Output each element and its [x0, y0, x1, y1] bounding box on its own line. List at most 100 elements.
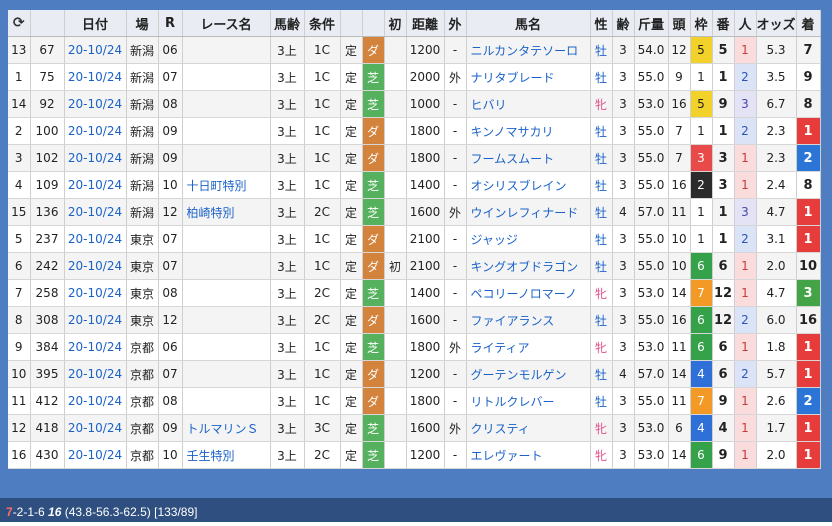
race-date-link[interactable]: 20-10/24	[64, 252, 127, 280]
distance: 2100	[406, 225, 445, 253]
race-date-link[interactable]: 20-10/24	[64, 414, 127, 442]
horse-name-link[interactable]: ファイアランス	[466, 306, 591, 334]
horse-name-link[interactable]: キンノマサカリ	[466, 117, 591, 145]
outer-course: -	[444, 171, 467, 199]
outer-course: -	[444, 252, 467, 280]
weight-rule: 定	[340, 387, 363, 415]
horse-name-link[interactable]: ナリタブレード	[466, 63, 591, 91]
horse-number: 4	[712, 414, 735, 442]
horse-name-link[interactable]: ライティア	[466, 333, 591, 361]
first-start	[384, 36, 407, 64]
race-name-link[interactable]	[182, 306, 271, 334]
venue: 新潟	[126, 144, 159, 172]
horse-name-link[interactable]: ペコリーノロマーノ	[466, 279, 591, 307]
race-name-link[interactable]	[182, 387, 271, 415]
header-first[interactable]: 初	[384, 10, 407, 37]
horse-name-link[interactable]: オシリスブレイン	[466, 171, 591, 199]
header-horse-name[interactable]: 馬名	[466, 10, 591, 37]
carried-weight: 55.0	[634, 306, 669, 334]
header-outer[interactable]: 外	[444, 10, 467, 37]
field-size: 11	[668, 198, 691, 226]
race-no: 12	[158, 198, 183, 226]
header-age[interactable]: 馬齢	[270, 10, 305, 37]
first-start	[384, 414, 407, 442]
header-race-name[interactable]: レース名	[182, 10, 271, 37]
race-name-link[interactable]	[182, 225, 271, 253]
header-ban[interactable]: 番	[712, 10, 735, 37]
race-name-link[interactable]: 柏崎特別	[182, 198, 271, 226]
race-date-link[interactable]: 20-10/24	[64, 225, 127, 253]
header-years[interactable]: 齢	[612, 10, 635, 37]
race-date-link[interactable]: 20-10/24	[64, 360, 127, 388]
race-name-link[interactable]	[182, 144, 271, 172]
horse-name-link[interactable]: エレヴァート	[466, 441, 591, 469]
popularity: 1	[734, 144, 757, 172]
weight-rule: 定	[340, 333, 363, 361]
popularity: 1	[734, 171, 757, 199]
carried-weight: 55.0	[634, 225, 669, 253]
horse-name-link[interactable]: ウインレフィナード	[466, 198, 591, 226]
race-number: 102	[30, 144, 65, 172]
race-name-link[interactable]	[182, 117, 271, 145]
header-distance[interactable]: 距離	[406, 10, 445, 37]
refresh-icon[interactable]: ⟳	[13, 15, 25, 31]
race-name-link[interactable]: トルマリンＳ	[182, 414, 271, 442]
race-date-link[interactable]: 20-10/24	[64, 63, 127, 91]
header-date[interactable]: 日付	[64, 10, 127, 37]
horse-name-link[interactable]: リトルクレバー	[466, 387, 591, 415]
race-date-link[interactable]: 20-10/24	[64, 171, 127, 199]
race-date-link[interactable]: 20-10/24	[64, 441, 127, 469]
horse-number: 1	[712, 225, 735, 253]
race-date-link[interactable]: 20-10/24	[64, 306, 127, 334]
condition: 1C	[304, 252, 341, 280]
race-name-link[interactable]	[182, 252, 271, 280]
popularity: 1	[734, 252, 757, 280]
horse-number: 1	[712, 117, 735, 145]
horse-name-link[interactable]: キングオブドラゴン	[466, 252, 591, 280]
race-name-link[interactable]	[182, 36, 271, 64]
race-date-link[interactable]: 20-10/24	[64, 144, 127, 172]
horse-name-link[interactable]: フームスムート	[466, 144, 591, 172]
waku-number: 4	[690, 414, 713, 442]
outer-course: -	[444, 117, 467, 145]
header-count[interactable]: 頭	[668, 10, 691, 37]
race-date-link[interactable]: 20-10/24	[64, 36, 127, 64]
race-name-link[interactable]	[182, 333, 271, 361]
refresh-button[interactable]: ⟳	[8, 10, 31, 37]
header-condition[interactable]: 条件	[304, 10, 341, 37]
surface: ダ	[362, 387, 385, 415]
header-sex[interactable]: 性	[590, 10, 613, 37]
finish-position: 1	[796, 360, 821, 388]
header-finish[interactable]: 着	[796, 10, 821, 37]
race-date-link[interactable]: 20-10/24	[64, 90, 127, 118]
race-date-link[interactable]: 20-10/24	[64, 387, 127, 415]
horse-name-link[interactable]: ヒバリ	[466, 90, 591, 118]
horse-name-link[interactable]: ジャッジ	[466, 225, 591, 253]
race-name-link[interactable]	[182, 63, 271, 91]
race-date-link[interactable]: 20-10/24	[64, 117, 127, 145]
horse-name-link[interactable]: クリスティ	[466, 414, 591, 442]
header-weight[interactable]: 斤量	[634, 10, 669, 37]
race-name-link[interactable]: 十日町特別	[182, 171, 271, 199]
waku-number: 1	[690, 117, 713, 145]
race-date-link[interactable]: 20-10/24	[64, 279, 127, 307]
horse-name-link[interactable]: グーテンモルゲン	[466, 360, 591, 388]
header-place[interactable]: 場	[126, 10, 159, 37]
horse-name-link[interactable]: ニルカンタテソーロ	[466, 36, 591, 64]
header-odds[interactable]: オッズ	[756, 10, 797, 37]
race-name-link[interactable]	[182, 90, 271, 118]
header-popularity[interactable]: 人	[734, 10, 757, 37]
carried-weight: 53.0	[634, 414, 669, 442]
race-date-link[interactable]: 20-10/24	[64, 333, 127, 361]
first-start	[384, 360, 407, 388]
odds: 4.7	[756, 279, 797, 307]
race-name-link[interactable]: 壬生特別	[182, 441, 271, 469]
race-name-link[interactable]	[182, 360, 271, 388]
weight-rule: 定	[340, 414, 363, 442]
race-date-link[interactable]: 20-10/24	[64, 198, 127, 226]
header-waku[interactable]: 枠	[690, 10, 713, 37]
race-name-link[interactable]	[182, 279, 271, 307]
popularity: 2	[734, 63, 757, 91]
header-race-no[interactable]: R	[158, 10, 183, 37]
condition: 1C	[304, 225, 341, 253]
